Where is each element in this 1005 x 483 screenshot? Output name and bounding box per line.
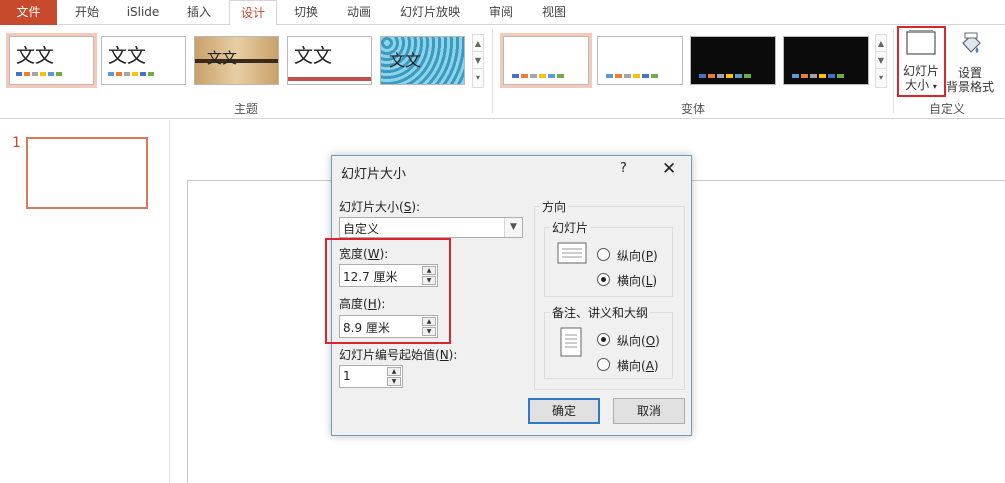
- ribbon: 文文 文文 文文 文文 文文 ▲ ▼ ▾ 主题 ▲ ▼ ▾ 变体 幻灯片 大小 …: [0, 25, 1005, 119]
- slide-size-select[interactable]: 自定义 ▼: [339, 217, 523, 238]
- theme-pattern[interactable]: 文文: [380, 36, 465, 85]
- customize-group-label: 自定义: [929, 102, 966, 116]
- size-fields-highlight: [325, 238, 451, 344]
- variants-group-label: 变体: [681, 102, 706, 116]
- slide-thumbnail[interactable]: [26, 137, 148, 209]
- spin-down-icon[interactable]: ▼: [387, 377, 401, 386]
- orientation-label: 方向: [540, 198, 569, 215]
- separator: [893, 29, 894, 113]
- close-button[interactable]: ✕: [662, 159, 676, 179]
- variant-color-strip: [699, 74, 751, 78]
- variant-3[interactable]: [690, 36, 776, 85]
- variant-2[interactable]: [597, 36, 683, 85]
- slide-number: 1: [12, 135, 21, 151]
- slide-size-highlight: [897, 26, 946, 97]
- tab-slideshow[interactable]: 幻灯片放映: [390, 0, 470, 25]
- variant-4[interactable]: [783, 36, 869, 85]
- more-icon[interactable]: ▾: [876, 69, 886, 86]
- theme-sample-text: 文文: [108, 45, 147, 67]
- notes-landscape-radio[interactable]: [597, 358, 610, 371]
- notes-portrait-radio[interactable]: [597, 333, 610, 346]
- numbering-value: 1: [343, 369, 351, 383]
- scroll-down-icon[interactable]: ▼: [473, 52, 483, 69]
- theme-sample-text: 文文: [294, 45, 333, 67]
- format-background-button[interactable]: 设置 背景格式: [944, 31, 996, 94]
- more-icon[interactable]: ▾: [473, 69, 483, 86]
- help-button[interactable]: ?: [620, 161, 627, 176]
- numbering-stepper[interactable]: ▲ ▼: [387, 367, 401, 386]
- theme-accent-bar: [288, 77, 371, 81]
- spin-up-icon[interactable]: ▲: [387, 367, 401, 376]
- scroll-down-icon[interactable]: ▼: [876, 52, 886, 69]
- dialog-title: 幻灯片大小: [341, 167, 407, 182]
- notes-portrait-label: 纵向(O): [617, 334, 660, 348]
- theme-office[interactable]: 文文: [6, 33, 97, 88]
- theme-wood[interactable]: 文文: [194, 36, 279, 85]
- tab-review[interactable]: 审阅: [478, 0, 524, 25]
- tab-islide[interactable]: iSlide: [116, 0, 170, 25]
- slides-landscape-radio[interactable]: [597, 273, 610, 286]
- theme-color-strip: [108, 72, 154, 76]
- separator: [492, 29, 493, 113]
- notes-orientation-label: 备注、讲义和大纲: [550, 304, 651, 321]
- tab-transitions[interactable]: 切换: [283, 0, 329, 25]
- themes-group-label: 主题: [234, 102, 259, 116]
- landscape-page-icon: [557, 242, 587, 264]
- format-bg-label-1: 设置: [957, 66, 982, 80]
- scroll-up-icon[interactable]: ▲: [876, 35, 886, 52]
- slides-landscape-label: 横向(L): [617, 274, 658, 288]
- portrait-page-icon: [560, 327, 582, 357]
- tab-home[interactable]: 开始: [64, 0, 110, 25]
- tab-design[interactable]: 设计: [229, 0, 277, 26]
- variant-1[interactable]: [500, 33, 592, 88]
- tab-file[interactable]: 文件: [0, 0, 57, 25]
- slide-size-value: 自定义: [343, 222, 380, 236]
- variants-scroll[interactable]: ▲ ▼ ▾: [875, 34, 887, 88]
- theme-color-strip: [16, 72, 62, 76]
- theme-sample-text: 文文: [207, 49, 238, 67]
- format-bg-label-2: 背景格式: [945, 80, 994, 94]
- ok-button[interactable]: 确定: [528, 398, 600, 424]
- numbering-field-label: 幻灯片编号起始值(N):: [339, 348, 458, 362]
- numbering-input[interactable]: 1 ▲ ▼: [339, 365, 403, 388]
- slides-portrait-label: 纵向(P): [617, 249, 658, 263]
- cancel-button[interactable]: 取消: [613, 398, 685, 424]
- theme-office-2[interactable]: 文文: [101, 36, 186, 85]
- slide-size-field-label: 幻灯片大小(S):: [339, 200, 421, 214]
- paint-bucket-icon: [962, 32, 981, 53]
- variant-color-strip: [512, 74, 564, 78]
- theme-retrospect[interactable]: 文文: [287, 36, 372, 85]
- theme-sample-text: 文文: [16, 45, 55, 67]
- tab-insert[interactable]: 插入: [176, 0, 222, 25]
- tab-view[interactable]: 视图: [531, 0, 577, 25]
- chevron-down-icon[interactable]: ▼: [504, 218, 522, 237]
- ribbon-tabs: 文件 开始 iSlide 插入 设计 切换 动画 幻灯片放映 审阅 视图: [0, 0, 1005, 26]
- tab-animations[interactable]: 动画: [336, 0, 382, 25]
- notes-landscape-label: 横向(A): [617, 359, 659, 373]
- variant-color-strip: [606, 74, 658, 78]
- themes-scroll[interactable]: ▲ ▼ ▾: [472, 34, 484, 88]
- scroll-up-icon[interactable]: ▲: [473, 35, 483, 52]
- theme-sample-text: 文文: [389, 51, 422, 70]
- slides-orientation-label: 幻灯片: [550, 219, 591, 236]
- variant-color-strip: [792, 74, 844, 78]
- slides-portrait-radio[interactable]: [597, 248, 610, 261]
